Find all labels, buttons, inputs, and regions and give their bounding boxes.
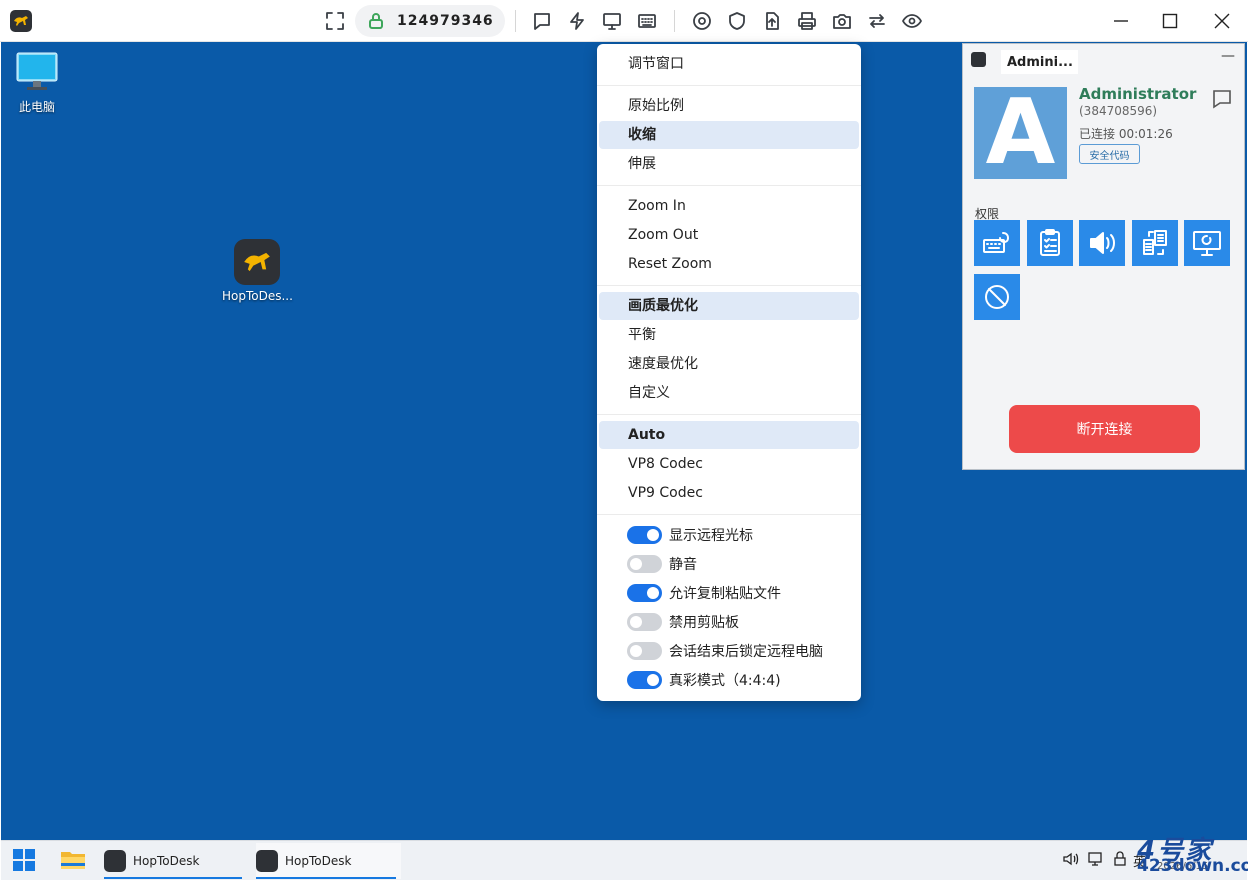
hoptodesk-logo-icon <box>10 10 32 32</box>
restart-icon[interactable] <box>1184 220 1230 266</box>
file-upload-icon[interactable] <box>760 9 784 33</box>
user-name: Administrator <box>1079 85 1197 103</box>
network-icon[interactable] <box>1087 851 1105 871</box>
hoptodesk-logo-icon <box>971 52 986 67</box>
toggle-disable-clipboard[interactable]: 禁用剪贴板 <box>627 610 739 634</box>
maximize-window-button[interactable] <box>1157 8 1183 34</box>
toggle-switch[interactable] <box>627 555 662 573</box>
toggle-label: 静音 <box>669 557 697 573</box>
menu-item-adjust-window[interactable]: 调节窗口 <box>599 50 859 78</box>
keyboard-icon[interactable] <box>635 9 659 33</box>
taskbar-app-label: HopToDesk <box>285 854 352 868</box>
watermark-url: 423down.com <box>1137 856 1248 876</box>
avatar: A <box>974 87 1067 179</box>
menu-item-codec-auto[interactable]: Auto <box>599 421 859 449</box>
menu-separator <box>597 414 861 415</box>
eye-icon[interactable] <box>900 9 924 33</box>
user-id: (384708596) <box>1079 104 1158 118</box>
toggle-true-color-mode[interactable]: 真彩模式（4:4:4) <box>627 668 781 692</box>
desktop-icon-hoptodesk[interactable]: HopToDes... <box>222 239 293 303</box>
toggle-switch[interactable] <box>627 642 662 660</box>
speaker-icon[interactable] <box>1062 851 1080 871</box>
taskbar-app-label: HopToDesk <box>133 854 200 868</box>
toolbar-divider <box>674 10 675 32</box>
menu-item-balanced[interactable]: 平衡 <box>599 321 859 349</box>
audio-icon[interactable] <box>1079 220 1125 266</box>
remote-toolbar: 124979346 <box>0 0 1248 42</box>
toggle-show-remote-cursor[interactable]: 显示远程光标 <box>627 523 753 547</box>
chat-icon[interactable] <box>1211 88 1233 110</box>
hoptodesk-app-icon <box>104 850 126 872</box>
file-explorer-icon[interactable] <box>60 849 86 871</box>
toggle-allow-file-copy-paste[interactable]: 允许复制粘贴文件 <box>627 581 781 605</box>
record-icon[interactable] <box>690 9 714 33</box>
connection-duration: 已连接 00:01:26 <box>1079 127 1173 141</box>
toggle-label: 允许复制粘贴文件 <box>669 586 781 602</box>
disconnect-button[interactable]: 断开连接 <box>1009 405 1200 453</box>
desktop-icon-this-pc[interactable]: 此电脑 <box>14 50 60 115</box>
toggle-switch[interactable] <box>627 584 662 602</box>
menu-separator <box>597 185 861 186</box>
menu-separator <box>597 514 861 515</box>
desktop-icon-label: HopToDes... <box>222 289 293 303</box>
close-window-button[interactable] <box>1209 8 1235 34</box>
menu-separator <box>597 285 861 286</box>
toggle-lock-after-session[interactable]: 会话结束后锁定远程电脑 <box>627 639 823 663</box>
chat-icon[interactable] <box>530 9 554 33</box>
start-button-windows-icon[interactable] <box>13 849 35 871</box>
switch-icon[interactable] <box>865 9 889 33</box>
fullscreen-icon[interactable] <box>323 9 347 33</box>
panel-minimize-button[interactable]: — <box>1221 48 1235 64</box>
toggle-label: 禁用剪贴板 <box>669 615 739 631</box>
toggle-switch[interactable] <box>627 613 662 631</box>
block-icon[interactable] <box>974 274 1020 320</box>
computer-icon <box>16 52 58 90</box>
printer-icon[interactable] <box>795 9 819 33</box>
toggle-label: 显示远程光标 <box>669 528 753 544</box>
windows-taskbar: HopToDesk HopToDesk 英 <box>1 840 1247 880</box>
hoptodesk-app-icon <box>256 850 278 872</box>
toggle-switch[interactable] <box>627 671 662 689</box>
remote-id-pill[interactable]: 124979346 <box>355 5 505 37</box>
minimize-window-button[interactable] <box>1108 8 1134 34</box>
menu-item-speed-optimized[interactable]: 速度最优化 <box>599 350 859 378</box>
display-options-menu: 调节窗口 原始比例 收缩 伸展 Zoom In Zoom Out Reset Z… <box>597 44 861 701</box>
taskbar-app-hoptodesk[interactable]: HopToDesk <box>104 843 244 879</box>
panel-header: Admini... — <box>963 44 1244 74</box>
toggle-label: 真彩模式（4:4:4) <box>669 673 781 689</box>
site-watermark: 4号家 423down.com <box>1137 830 1248 878</box>
shield-icon[interactable] <box>725 9 749 33</box>
security-tray-icon[interactable] <box>1112 851 1128 871</box>
menu-separator <box>597 85 861 86</box>
taskbar-app-hoptodesk-active[interactable]: HopToDesk <box>256 843 401 879</box>
menu-item-shrink[interactable]: 收缩 <box>599 121 859 149</box>
security-code-button[interactable]: 安全代码 <box>1079 144 1140 164</box>
file-transfer-icon[interactable] <box>1132 220 1178 266</box>
menu-item-zoom-out[interactable]: Zoom Out <box>599 221 859 249</box>
connection-panel: Admini... — A Administrator (384708596) … <box>962 43 1245 470</box>
menu-item-original-ratio[interactable]: 原始比例 <box>599 92 859 120</box>
monitor-icon[interactable] <box>600 9 624 33</box>
menu-item-vp8-codec[interactable]: VP8 Codec <box>599 450 859 478</box>
hoptodesk-app-icon <box>234 239 281 285</box>
menu-item-quality-optimized[interactable]: 画质最优化 <box>599 292 859 320</box>
clipboard-icon[interactable] <box>1027 220 1073 266</box>
toggle-label: 会话结束后锁定远程电脑 <box>669 644 823 660</box>
menu-item-custom[interactable]: 自定义 <box>599 379 859 407</box>
menu-item-zoom-in[interactable]: Zoom In <box>599 192 859 220</box>
menu-item-reset-zoom[interactable]: Reset Zoom <box>599 250 859 278</box>
toggle-mute[interactable]: 静音 <box>627 552 697 576</box>
toolbar-divider <box>515 10 516 32</box>
panel-tab-administrator[interactable]: Admini... <box>1001 50 1078 74</box>
toggle-switch[interactable] <box>627 526 662 544</box>
desktop-icon-label: 此电脑 <box>18 100 55 114</box>
lock-icon <box>367 12 385 30</box>
menu-item-stretch[interactable]: 伸展 <box>599 150 859 178</box>
camera-icon[interactable] <box>830 9 854 33</box>
lightning-icon[interactable] <box>565 9 589 33</box>
keyboard-mouse-icon[interactable] <box>974 220 1020 266</box>
menu-item-vp9-codec[interactable]: VP9 Codec <box>599 479 859 507</box>
remote-id: 124979346 <box>397 13 494 29</box>
